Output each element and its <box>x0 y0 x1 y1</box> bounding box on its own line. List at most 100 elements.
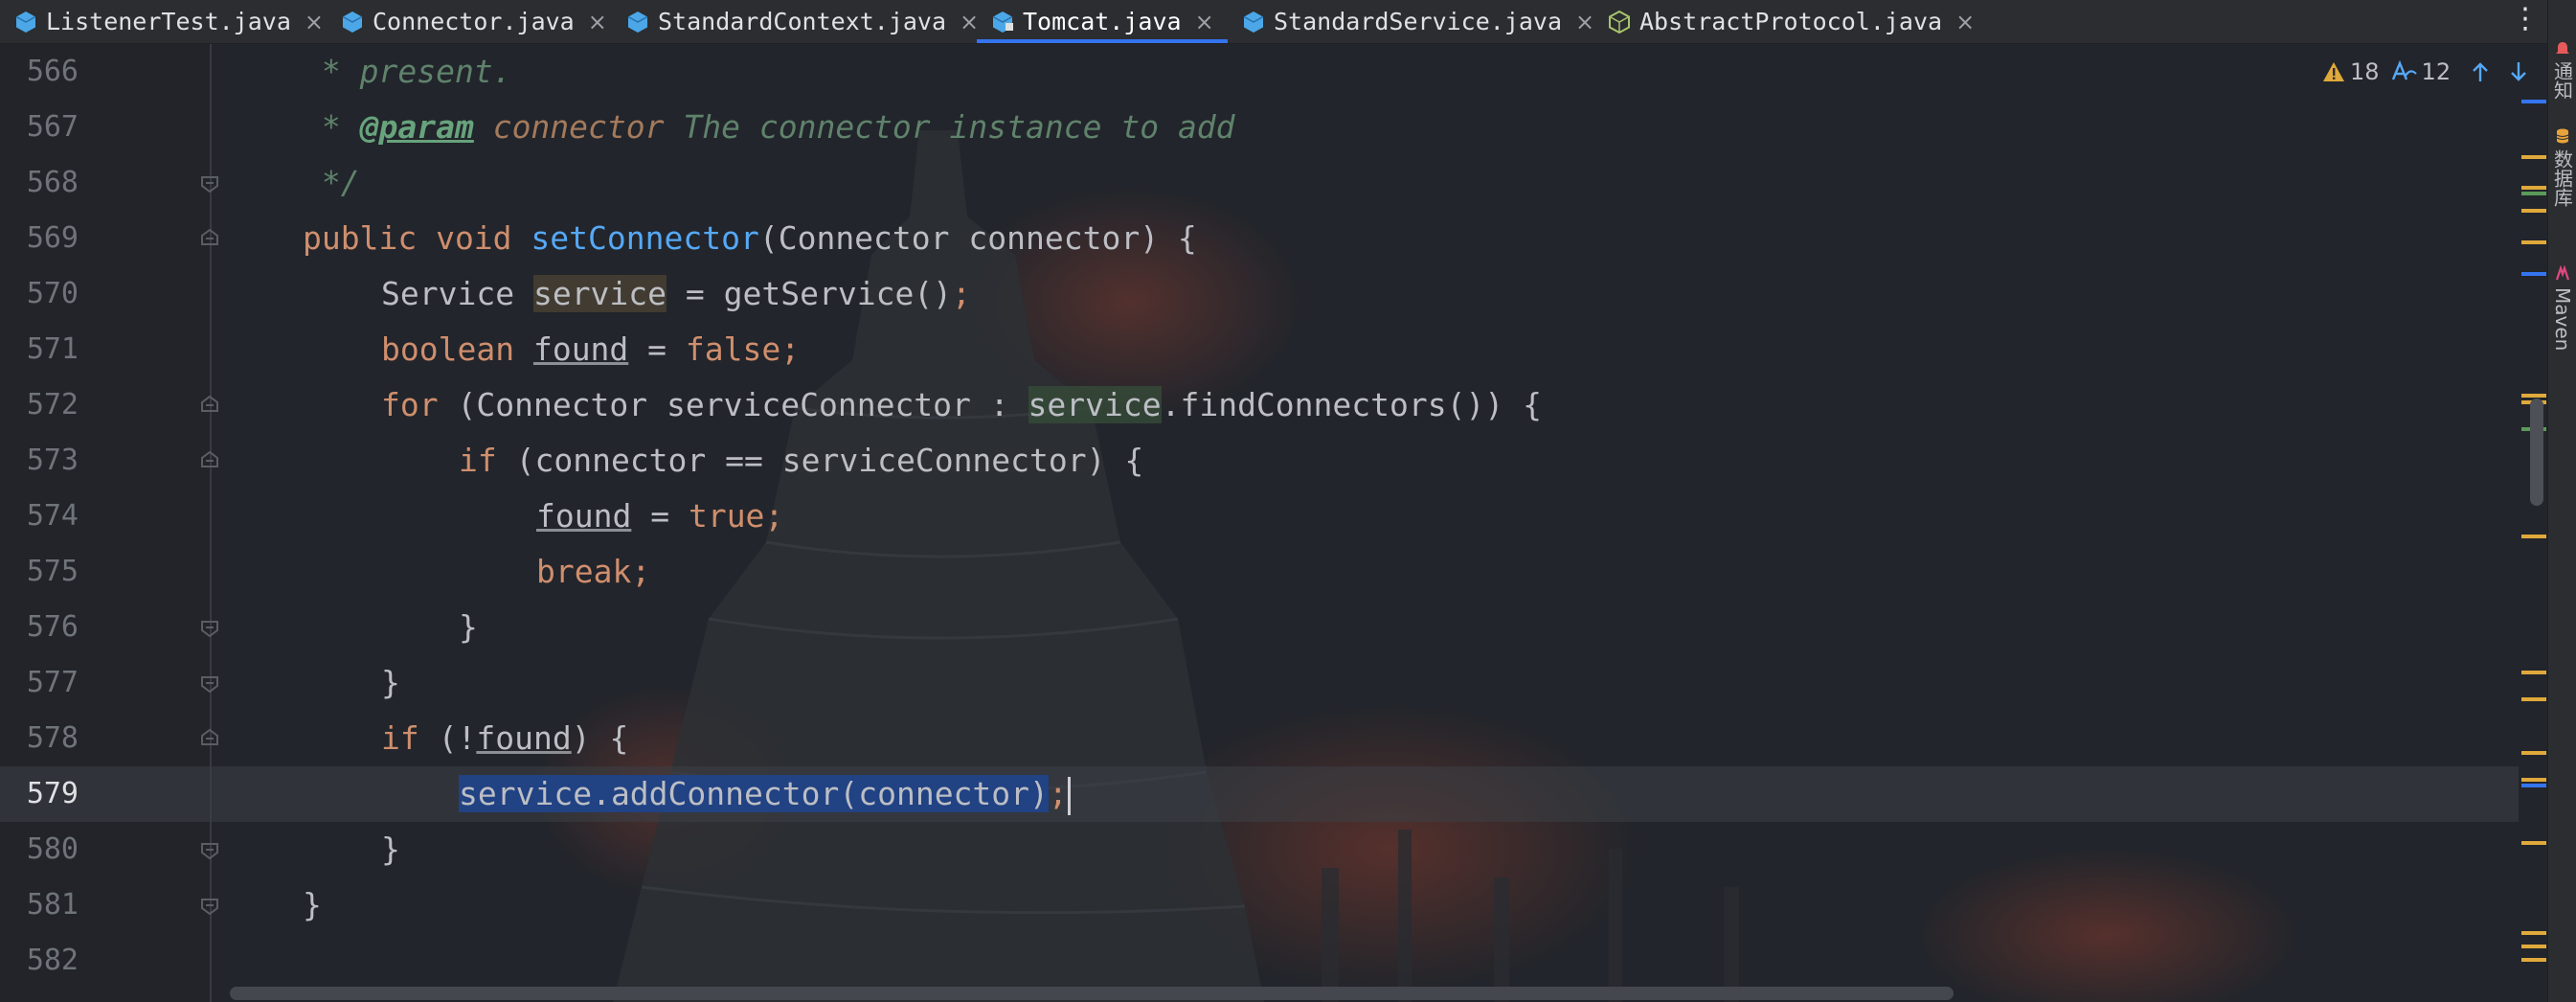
code-text: } <box>381 664 400 701</box>
stripe-mark[interactable] <box>2521 931 2546 935</box>
code-line[interactable]: 572 for (Connector serviceConnector : se… <box>0 377 2519 433</box>
code-line[interactable]: 568 */ <box>0 155 2519 211</box>
side-panel-notifications[interactable]: 通知 <box>2548 38 2576 100</box>
java-class-icon <box>1241 10 1266 34</box>
fold-end-icon[interactable] <box>199 617 220 638</box>
code-text: Service service = getService(); <box>381 275 971 312</box>
fold-start-icon[interactable] <box>199 228 220 249</box>
code-line[interactable]: 573 if (connector == serviceConnector) { <box>0 433 2519 489</box>
stripe-mark[interactable] <box>2521 155 2546 159</box>
warning-icon <box>2321 60 2346 83</box>
line-number: 580 <box>26 832 79 866</box>
code-line[interactable]: 578 if (!found) { <box>0 711 2519 766</box>
tab-listenertest[interactable]: ListenerTest.java × <box>13 0 324 43</box>
close-icon[interactable]: × <box>1955 9 1975 35</box>
right-tool-window-strip: 通知 数据库 Maven <box>2547 0 2576 1002</box>
stripe-mark[interactable] <box>2521 778 2546 782</box>
stripe-mark[interactable] <box>2521 394 2546 398</box>
tab-label: StandardContext.java <box>658 8 947 35</box>
previous-highlight-icon[interactable] <box>2470 60 2491 83</box>
tab-standardservice[interactable]: StandardService.java × <box>1241 0 1594 43</box>
stripe-mark[interactable] <box>2521 100 2546 103</box>
stripe-mark[interactable] <box>2521 784 2546 787</box>
code-editor[interactable]: 566 * present. 567 * @param connector Th… <box>0 44 2547 1002</box>
code-line[interactable]: 576 } <box>0 600 2519 655</box>
fold-end-icon[interactable] <box>199 672 220 694</box>
code-line-current[interactable]: 579 service.addConnector(connector); <box>0 766 2519 822</box>
code-text: found = true; <box>536 497 784 535</box>
stripe-mark[interactable] <box>2521 841 2546 845</box>
line-number: 582 <box>26 944 79 977</box>
tab-standardcontext[interactable]: StandardContext.java × <box>625 0 979 43</box>
code-line[interactable]: 571 boolean found = false; <box>0 322 2519 377</box>
line-number: 575 <box>26 555 79 588</box>
line-number: 567 <box>26 110 79 144</box>
code-line[interactable]: 575 break; <box>0 544 2519 600</box>
java-class-icon <box>13 10 38 34</box>
code-line[interactable]: 574 found = true; <box>0 489 2519 544</box>
java-class-icon <box>625 10 650 34</box>
code-text-selected[interactable]: service.addConnector(connector); <box>459 766 1071 822</box>
line-number: 581 <box>26 888 79 922</box>
error-stripe[interactable] <box>2519 44 2547 1002</box>
fold-end-icon[interactable] <box>199 172 220 194</box>
close-icon[interactable]: × <box>588 9 607 35</box>
code-line[interactable]: 569 public void setConnector(Connector c… <box>0 211 2519 266</box>
code-line[interactable]: 577 } <box>0 655 2519 711</box>
line-number: 572 <box>26 388 79 421</box>
close-icon[interactable]: × <box>1575 9 1594 35</box>
stripe-mark[interactable] <box>2521 186 2546 190</box>
fold-end-icon[interactable] <box>199 839 220 860</box>
code-line[interactable]: 570 Service service = getService(); <box>0 266 2519 322</box>
text-caret <box>1067 776 1071 815</box>
stripe-mark[interactable] <box>2521 192 2546 195</box>
code-text: } <box>459 608 478 646</box>
fold-start-icon[interactable] <box>199 728 220 749</box>
stripe-mark[interactable] <box>2521 272 2546 276</box>
vertical-scrollbar[interactable] <box>2530 399 2543 506</box>
code-text: public void setConnector(Connector conne… <box>303 219 1197 257</box>
tab-list-menu-icon[interactable]: ⋮ <box>2511 2 2540 40</box>
code-text: break; <box>536 553 651 590</box>
side-panel-maven[interactable]: Maven <box>2548 264 2576 351</box>
code-text: */ <box>303 164 360 201</box>
stripe-mark[interactable] <box>2521 945 2546 948</box>
code-text: if (!found) { <box>381 719 629 757</box>
fold-end-icon[interactable] <box>199 895 220 916</box>
code-text: if (connector == serviceConnector) { <box>459 442 1144 479</box>
side-panel-label: Maven <box>2551 287 2574 352</box>
stripe-mark[interactable] <box>2521 751 2546 755</box>
tab-connector[interactable]: Connector.java × <box>340 0 607 43</box>
code-line[interactable]: 567 * @param connector The connector ins… <box>0 100 2519 155</box>
fold-start-icon[interactable] <box>199 450 220 471</box>
stripe-mark[interactable] <box>2521 958 2546 962</box>
tab-label: StandardService.java <box>1274 8 1563 35</box>
stripe-mark[interactable] <box>2521 697 2546 701</box>
line-number: 571 <box>26 332 79 366</box>
code-line[interactable]: 581 } <box>0 877 2519 933</box>
line-number: 578 <box>26 721 79 755</box>
stripe-mark[interactable] <box>2521 535 2546 538</box>
editor-tab-bar: ListenerTest.java × Connector.java × Sta… <box>0 0 2576 44</box>
tab-abstractprotocol[interactable]: AbstractProtocol.java × <box>1607 0 1975 43</box>
side-panel-database[interactable]: 数据库 <box>2548 126 2576 207</box>
code-line[interactable]: 582 <box>0 933 2519 989</box>
code-text: * @param connector The connector instanc… <box>303 108 1235 146</box>
code-text: for (Connector serviceConnector : servic… <box>381 386 1542 423</box>
inspection-widget[interactable]: 18 12 <box>2321 56 2529 88</box>
code-line[interactable]: 566 * present. <box>0 44 2519 100</box>
side-panel-label: 通知 <box>2550 61 2574 100</box>
horizontal-scrollbar[interactable] <box>230 987 1954 1000</box>
line-number: 568 <box>26 166 79 199</box>
close-icon[interactable]: × <box>305 9 324 35</box>
stripe-mark[interactable] <box>2521 209 2546 213</box>
stripe-mark[interactable] <box>2521 671 2546 674</box>
stripe-mark[interactable] <box>2521 240 2546 244</box>
code-line[interactable]: 580 } <box>0 822 2519 877</box>
close-icon[interactable]: × <box>1195 9 1214 35</box>
line-number: 574 <box>26 499 79 533</box>
tab-label: AbstractProtocol.java <box>1639 8 1943 35</box>
tab-tomcat[interactable]: Tomcat.java × <box>977 0 1228 43</box>
fold-start-icon[interactable] <box>199 395 220 416</box>
line-number: 569 <box>26 221 79 255</box>
